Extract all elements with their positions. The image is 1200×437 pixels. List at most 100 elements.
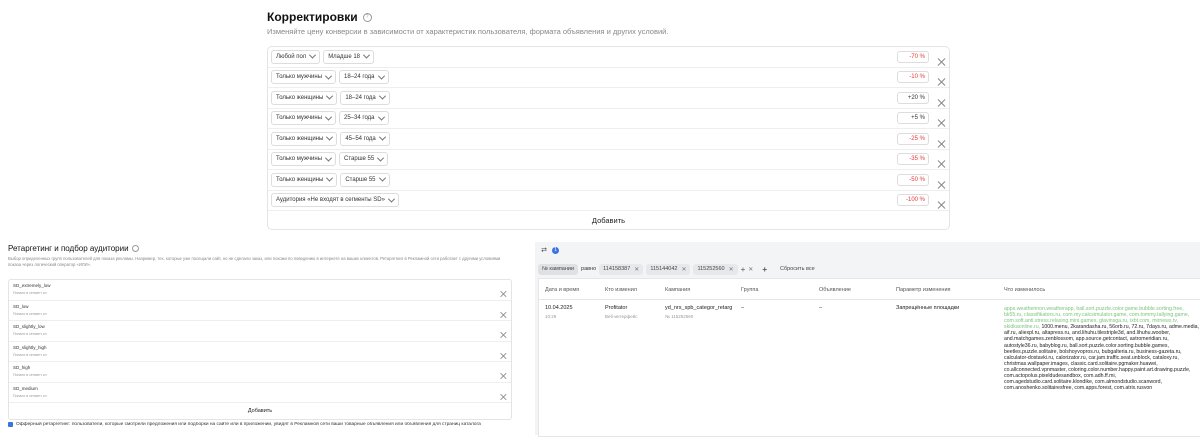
close-icon [937, 160, 945, 168]
close-icon [937, 78, 945, 86]
filter-value-chip[interactable]: 115252560 ✕ [693, 263, 738, 275]
audience-item[interactable]: SD_medium Попали в сегмент кл [9, 383, 511, 403]
chevron-down-icon [362, 51, 371, 59]
remove-adjustment-button[interactable] [937, 155, 945, 163]
remove-filter-icon[interactable]: ✕ [681, 266, 686, 273]
adjustment-condition-value: Только женщины [276, 135, 324, 142]
adjustment-condition-select[interactable]: Только женщины [271, 172, 338, 187]
offer-retargeting-checkbox[interactable] [8, 422, 13, 427]
remove-filter-icon[interactable]: ✕ [729, 266, 734, 273]
column-header[interactable]: Кто изменил [605, 287, 637, 293]
audience-item[interactable]: SD_slightly_low Попали в сегмент кл [9, 321, 511, 342]
remove-adjustment-button[interactable] [937, 135, 945, 143]
remove-adjustment-button[interactable] [937, 53, 945, 61]
add-filter-icon[interactable]: + [762, 265, 767, 274]
adjustment-age-value: Младше 18 [328, 53, 361, 60]
audience-status: Попали в сегмент кл [13, 311, 47, 316]
filter-value-chip[interactable]: 114158387 ✕ [599, 263, 644, 275]
remove-audience-button[interactable] [500, 328, 506, 342]
adjustment-age-select[interactable]: 18–24 года [339, 70, 389, 85]
add-value-icon[interactable]: + [741, 265, 746, 274]
adjustment-condition-select[interactable]: Любой пол [271, 49, 321, 64]
close-icon [500, 332, 506, 338]
column-header[interactable]: Дата и время [545, 287, 579, 293]
remove-adjustment-button[interactable] [937, 176, 945, 184]
adjustment-value-input[interactable]: -50 % [897, 173, 929, 186]
column-header[interactable]: Кампания [665, 287, 690, 293]
column-header[interactable]: Группа [741, 287, 758, 293]
remove-adjustment-button[interactable] [937, 94, 945, 102]
adjustment-value-input[interactable]: -10 % [897, 71, 929, 84]
column-header[interactable]: Что изменилось [1004, 287, 1045, 293]
adjustment-value-input[interactable]: +5 % [897, 112, 929, 125]
adjustment-condition-select[interactable]: Только женщины [271, 131, 338, 146]
adjustment-condition-select[interactable]: Только мужчины [271, 70, 337, 85]
adjustment-age-select[interactable]: 25–34 года [339, 111, 389, 126]
retargeting-panel: Ретаргетинг и подбор аудитории Выбор опр… [0, 238, 520, 435]
adjustment-condition-select[interactable]: Только женщины [271, 90, 338, 105]
row-ad: – [819, 305, 823, 311]
help-icon[interactable] [131, 245, 139, 252]
remove-audience-button[interactable] [500, 307, 506, 321]
close-icon [500, 352, 506, 358]
adjustment-row: Только женщины 45–54 года -25 % [268, 129, 949, 150]
adjustment-value-input[interactable]: +20 % [897, 91, 929, 104]
chevron-down-icon [377, 154, 385, 162]
filter-value-chip[interactable]: 115144042 ✕ [646, 263, 691, 275]
changes-list: 1000.menu, 2karandasha.ru, 56orb.ru, 72.… [1004, 324, 1199, 392]
filter-settings-icon[interactable]: ⇄ [538, 245, 550, 255]
offer-retargeting-option[interactable]: Офферный ретаргетинг: пользователи, кото… [8, 422, 518, 427]
remove-adjustment-button[interactable] [937, 114, 945, 122]
filter-value: 115144042 [650, 266, 678, 272]
remove-audience-button[interactable] [500, 389, 506, 403]
adjustment-age-select[interactable]: Старше 55 [340, 172, 390, 187]
adjustment-age-select[interactable]: Младше 18 [323, 49, 375, 64]
adjustment-value-input[interactable]: -70 % [897, 50, 929, 63]
chevron-down-icon [378, 133, 386, 141]
help-icon[interactable]: ? [362, 12, 372, 22]
adjustment-age-select[interactable]: 45–54 года [340, 131, 390, 146]
adjustment-age-select[interactable]: Старше 55 [339, 152, 389, 167]
adjustment-value-input[interactable]: -100 % [897, 194, 929, 207]
remove-adjustment-button[interactable] [937, 73, 945, 81]
audience-item[interactable]: SD_high Попали в сегмент кл [9, 362, 511, 383]
remove-audience-button[interactable] [500, 369, 506, 383]
audience-name: SD_low [13, 303, 29, 309]
chevron-down-icon [325, 72, 333, 80]
audience-status: Попали в сегмент кл [13, 393, 47, 398]
filter-bar: № кампании равно 114158387 ✕ 115144042 ✕ 1… [538, 262, 815, 276]
adjustment-condition-value: Только мужчины [276, 156, 323, 163]
row-parameter: Запрещённые площадки [896, 305, 960, 311]
clear-filter-icon[interactable]: ✕ [748, 266, 753, 273]
add-audience-button[interactable]: Добавить [9, 403, 511, 419]
add-adjustment-button[interactable]: Добавить [268, 211, 949, 229]
audience-item[interactable]: SD_extremely_low Попали в сегмент кл [9, 280, 511, 301]
adjustment-condition-select[interactable]: Только мужчины [271, 152, 337, 167]
chevron-down-icon [378, 174, 386, 182]
adjustment-condition-select[interactable]: Аудитория «Не входят в сегменты SD» [271, 193, 399, 208]
remove-adjustment-button[interactable] [937, 196, 945, 204]
reset-all-button[interactable]: Сбросить все [780, 266, 815, 272]
close-icon [937, 181, 945, 189]
column-header[interactable]: Объявление [819, 287, 851, 293]
audience-item[interactable]: SD_slightly_high Попали в сегмент кл [9, 342, 511, 362]
column-header[interactable]: Параметр изменения [896, 287, 951, 293]
adjustment-condition-value: Аудитория «Не входят в сегменты SD» [276, 197, 385, 204]
close-icon [500, 393, 506, 399]
close-icon [500, 311, 506, 317]
adjustments-title-text: Корректировки [267, 10, 358, 24]
adjustment-value-input[interactable]: -25 % [897, 132, 929, 145]
audience-status: Попали в сегмент кл [13, 373, 47, 377]
adjustment-value-input[interactable]: -35 % [897, 153, 929, 166]
adjustment-condition-select[interactable]: Только мужчины [271, 111, 337, 126]
row-campaign[interactable]: yd_nrs_spb_categor_retarg [665, 305, 735, 311]
audience-name: SD_slightly_high [13, 344, 47, 350]
filter-operator[interactable]: равно [581, 266, 596, 272]
remove-filter-icon[interactable]: ✕ [634, 266, 639, 273]
row-author-source: Веб-интерфейс [605, 314, 638, 319]
adjustment-age-select[interactable]: 18–24 года [340, 90, 390, 105]
filter-field[interactable]: № кампании [538, 263, 579, 275]
remove-audience-button[interactable] [500, 348, 506, 362]
remove-audience-button[interactable] [500, 287, 506, 301]
audience-item[interactable]: SD_low Попали в сегмент кл [9, 301, 511, 321]
